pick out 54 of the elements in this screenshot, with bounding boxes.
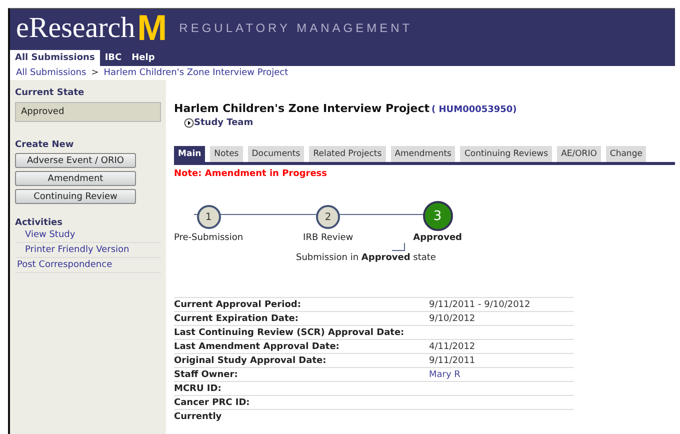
project-id: ( HUM00053950) [432, 105, 517, 115]
step-label: IRB Review [303, 233, 354, 243]
project-title: Harlem Children's Zone Interview Project [174, 102, 430, 115]
tab[interactable]: Notes [210, 146, 243, 162]
section-title: Create New [15, 140, 75, 150]
detail-label: MCRU ID: [174, 382, 429, 396]
tab[interactable]: Related Projects [309, 146, 386, 162]
nav-tab[interactable]: All Submissions [10, 50, 100, 66]
breadcrumb-link[interactable]: Harlem Children's Zone Interview Project [104, 68, 288, 78]
breadcrumb-separator: > [91, 68, 99, 78]
detail-label: Last Continuing Review (SCR) Approval Date: [174, 326, 429, 340]
step-label: Approved [413, 233, 462, 243]
detail-value: 9/11/2011 - 9/10/2012 [429, 298, 574, 312]
product-name: REGULATORY MANAGEMENT [179, 21, 413, 35]
tab[interactable]: Documents [248, 146, 304, 162]
detail-value: 9/10/2012 [429, 312, 574, 326]
activity-link[interactable]: Printer Friendly Version [15, 243, 161, 258]
tab[interactable]: Main [174, 146, 206, 162]
detail-label: Original Study Approval Date: [174, 354, 429, 368]
step-circle: 3 [422, 201, 453, 231]
note-text: Note: Amendment in Progress [174, 169, 328, 179]
study-team-link[interactable]: Study Team [194, 118, 254, 128]
nav-tab[interactable]: IBC [100, 50, 127, 66]
create-button[interactable]: Continuing Review [15, 189, 136, 204]
tab[interactable]: Continuing Reviews [460, 146, 552, 162]
tab[interactable]: AE/ORIO [557, 146, 601, 162]
detail-value: 9/11/2011 [429, 354, 574, 368]
current-state: Approved [15, 102, 161, 122]
brand-name: eResearch [16, 11, 136, 45]
activity-link[interactable]: View Study [15, 228, 161, 243]
activity-link[interactable]: Post Correspondence [15, 258, 161, 273]
breadcrumb-link[interactable]: All Submissions [16, 68, 86, 78]
section-title: Current State [15, 88, 86, 98]
caption-pointer [392, 243, 405, 251]
create-button[interactable]: Amendment [15, 171, 136, 186]
step-label: Pre-Submission [174, 233, 244, 243]
step-circle: 1 [196, 205, 221, 229]
step-caption: Submission in Approved state [296, 253, 437, 263]
detail-label: Current Approval Period: [174, 298, 429, 312]
tab[interactable]: Amendments [390, 146, 456, 162]
detail-label: Cancer PRC ID: [174, 396, 429, 410]
detail-label: Current Expiration Date: [174, 312, 429, 326]
expand-icon[interactable] [184, 118, 194, 128]
tab[interactable]: Change [606, 146, 646, 162]
detail-label: Currently [174, 410, 429, 423]
detail-label: Staff Owner: [174, 368, 429, 382]
section-title: Activities [15, 218, 64, 228]
logo-letter: M [137, 11, 168, 45]
create-button[interactable]: Adverse Event / ORIO [15, 153, 136, 168]
detail-label: Last Amendment Approval Date: [174, 340, 429, 354]
detail-value: 4/11/2012 [429, 340, 574, 354]
step-circle: 2 [316, 205, 340, 229]
staff-owner-link[interactable]: Mary R [429, 370, 460, 380]
nav-tab[interactable]: Help [126, 50, 160, 66]
